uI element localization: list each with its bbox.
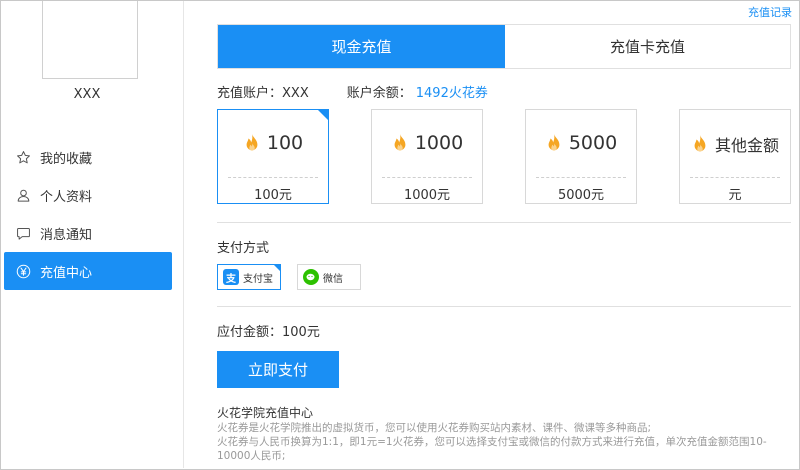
recharge-record-link[interactable]: 充值记录: [748, 4, 792, 20]
user-icon: [15, 187, 31, 203]
flame-icon: [246, 134, 258, 151]
info-text: 火花券是火花学院推出的虚拟货币，您可以使用火花券购买站内素材、课件、微课等多种商…: [217, 421, 795, 463]
message-icon: [15, 225, 31, 241]
account-row: 充值账户：XXX 账户余额： 1492火花券: [217, 82, 488, 101]
account-label: 充值账户：: [217, 86, 283, 101]
amount-price: 5000元: [557, 188, 605, 203]
avatar[interactable]: [42, 1, 138, 79]
payment-option-label: 微信: [323, 273, 343, 285]
recharge-tabs: 现金充值 充值卡充值: [217, 24, 791, 69]
sidebar-item-label: 消息通知: [40, 227, 93, 243]
card-divider: [228, 177, 318, 178]
selected-corner-mark: [317, 109, 329, 121]
sidebar-item-label: 我的收藏: [40, 151, 93, 167]
amount-card-5000[interactable]: 5000 5000元: [525, 109, 637, 204]
tab-cash-recharge[interactable]: 现金充值: [218, 25, 505, 68]
star-icon: [15, 149, 31, 165]
flame-icon: [694, 135, 706, 152]
amount-card-1000[interactable]: 1000 1000元: [371, 109, 483, 204]
card-divider: [382, 177, 472, 178]
amount-price: 100元: [254, 188, 292, 203]
card-divider: [536, 177, 626, 178]
amount-due: 应付金额：100元: [217, 321, 320, 340]
sidebar-item-profile[interactable]: 个人资料: [4, 176, 172, 214]
amount-number: 100: [266, 132, 304, 154]
amount-number: 1000: [414, 132, 464, 154]
balance-label: 账户余额：: [346, 86, 412, 101]
account-value: XXX: [282, 86, 309, 101]
wechat-icon: [303, 269, 319, 285]
sidebar-item-recharge[interactable]: 充值中心: [4, 252, 172, 290]
tab-card-recharge[interactable]: 充值卡充值: [505, 25, 790, 68]
sidebar-item-label: 充值中心: [40, 265, 93, 281]
alipay-icon: 支: [223, 269, 239, 285]
section-divider: [217, 306, 791, 307]
balance-value: 1492火花券: [415, 86, 488, 101]
sidebar-item-notifications[interactable]: 消息通知: [4, 214, 172, 252]
card-divider: [690, 177, 780, 178]
selected-corner-mark: [273, 264, 281, 272]
payment-option-alipay[interactable]: 支 支付宝: [217, 264, 281, 290]
amount-number: 5000: [568, 132, 618, 154]
payment-option-wechat[interactable]: 微信: [297, 264, 361, 290]
payment-option-label: 支付宝: [243, 273, 273, 285]
amount-card-other[interactable]: 其他金额 元: [679, 109, 791, 204]
payment-method-title: 支付方式: [217, 241, 270, 256]
section-divider: [217, 222, 791, 223]
amount-number: 其他金额: [714, 136, 779, 155]
flame-icon: [548, 134, 560, 151]
yen-icon: [15, 263, 31, 279]
info-line: 火花券与人民币换算为1:1，即1元=1火花券，您可以选择支付宝或微信的付款方式来…: [217, 436, 767, 462]
amount-due-value: 100元: [282, 325, 320, 340]
info-title: 火花学院充值中心: [217, 406, 314, 420]
amount-value: 5000: [526, 132, 636, 154]
amount-value: 100: [218, 132, 328, 154]
flame-icon: [394, 134, 406, 151]
amount-value: 其他金额: [680, 132, 790, 156]
info-line: 火花券是火花学院推出的虚拟货币，您可以使用火花券购买站内素材、课件、微课等多种商…: [217, 422, 652, 434]
pay-now-button[interactable]: 立即支付: [217, 351, 339, 388]
sidebar-item-label: 个人资料: [40, 189, 93, 205]
amount-due-label: 应付金额：: [217, 325, 283, 340]
sidebar-divider: [183, 1, 184, 468]
amount-price: 1000元: [403, 188, 451, 203]
sidebar-item-favorites[interactable]: 我的收藏: [4, 138, 172, 176]
username: XXX: [73, 87, 101, 102]
amount-card-100[interactable]: 100 100元: [217, 109, 329, 204]
amount-value: 1000: [372, 132, 482, 154]
sidebar: XXX 我的收藏 个人资料 消息通知 充值中心: [1, 1, 183, 468]
amount-price: 元: [728, 188, 742, 203]
